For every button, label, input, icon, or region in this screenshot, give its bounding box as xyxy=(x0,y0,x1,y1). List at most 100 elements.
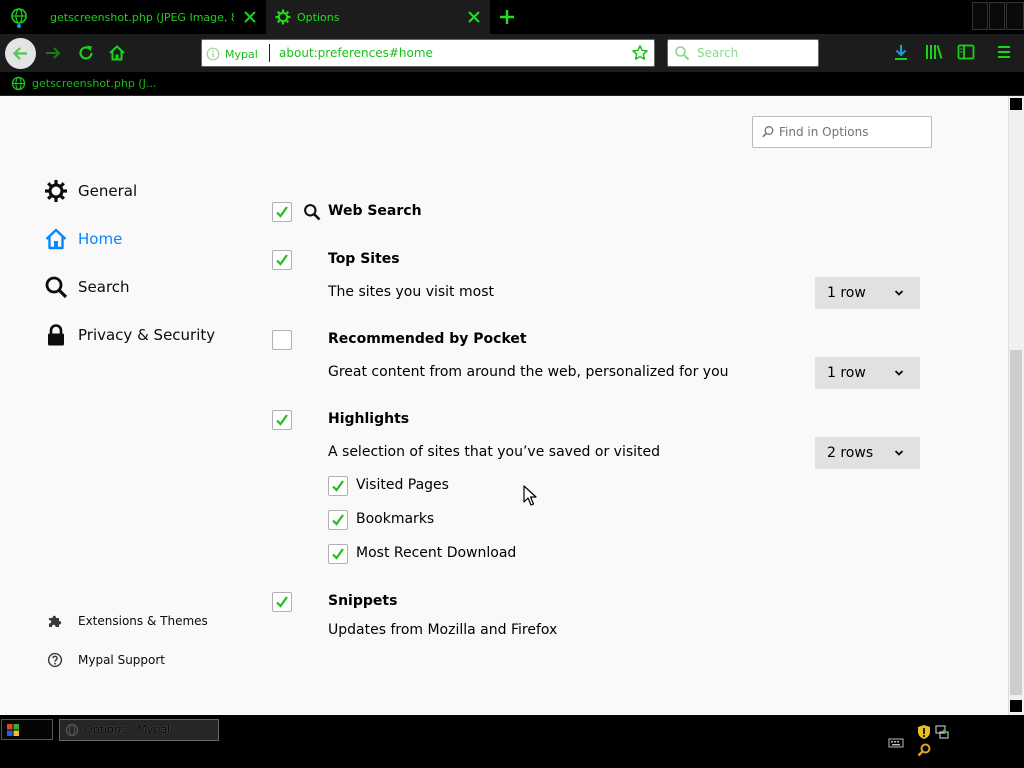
support-label: Mypal Support xyxy=(78,653,166,667)
pocket-checkbox[interactable] xyxy=(272,330,292,350)
start-button[interactable] xyxy=(1,719,53,740)
window-button-left[interactable] xyxy=(972,2,988,30)
sidebar-item-label: Privacy & Security xyxy=(78,326,216,344)
checkmark-icon xyxy=(332,480,344,492)
highlights-checkbox[interactable] xyxy=(272,410,292,430)
chevron-down-icon xyxy=(894,370,904,376)
search-icon xyxy=(45,276,68,299)
search-icon xyxy=(304,204,321,221)
url-divider xyxy=(269,44,270,62)
home-icon xyxy=(45,228,67,250)
extensions-label: Extensions & Themes xyxy=(78,614,208,628)
checkmark-icon xyxy=(276,414,288,426)
web-search-checkbox[interactable] xyxy=(272,202,292,222)
magnifier-tray-icon[interactable] xyxy=(916,742,932,758)
dropdown-value: 1 row xyxy=(827,285,866,301)
top-sites-heading: Top Sites xyxy=(328,251,400,267)
sidebar-item-home[interactable]: Home xyxy=(44,226,122,252)
snippets-checkbox[interactable] xyxy=(272,592,292,612)
sidebar-toggle-icon[interactable] xyxy=(957,44,975,60)
taskbar-window-label: Options - Mypal xyxy=(84,723,171,736)
checkmark-icon xyxy=(276,254,288,266)
dropdown-value: 2 rows xyxy=(827,445,874,461)
library-icon[interactable] xyxy=(924,43,944,61)
sidebar-item-search[interactable]: Search xyxy=(44,274,130,300)
checkmark-icon xyxy=(332,548,344,560)
visited-pages-checkbox[interactable] xyxy=(328,476,348,496)
tab-getscreenshot[interactable]: getscreenshot.php (JPEG Image, 800 xyxy=(40,0,266,34)
sidebar-item-privacy[interactable]: Privacy & Security xyxy=(44,322,215,348)
support-link[interactable]: Mypal Support xyxy=(47,651,165,669)
puzzle-icon xyxy=(49,615,62,627)
recent-download-label: Most Recent Download xyxy=(356,545,517,561)
highlights-description: A selection of sites that you’ve saved o… xyxy=(328,444,661,460)
url-text[interactable]: about:preferences#home xyxy=(279,46,433,60)
tab-label: Options xyxy=(297,10,340,24)
search-icon xyxy=(675,46,690,61)
windows-logo-icon xyxy=(7,724,19,736)
sidebar-item-general[interactable]: General xyxy=(44,178,137,204)
bookmark-item[interactable]: getscreenshot.php (J... xyxy=(11,76,156,91)
sidebar-item-label: General xyxy=(78,182,138,200)
app-menu-globe-icon[interactable] xyxy=(8,6,30,28)
globe-icon xyxy=(11,76,26,91)
help-icon xyxy=(47,652,63,668)
keyboard-icon[interactable] xyxy=(888,737,904,749)
new-tab-plus-icon[interactable] xyxy=(497,7,517,27)
pocket-heading: Recommended by Pocket xyxy=(328,331,527,347)
home-icon[interactable] xyxy=(107,43,127,63)
pocket-rows-dropdown[interactable]: 1 row xyxy=(815,357,920,389)
sidebar-item-label: Home xyxy=(78,230,123,248)
back-arrow-icon xyxy=(12,47,27,60)
info-icon xyxy=(206,47,220,61)
checkmark-icon xyxy=(276,596,288,608)
chevron-down-icon xyxy=(894,290,904,296)
visited-pages-label: Visited Pages xyxy=(356,477,449,493)
extensions-themes-link[interactable]: Extensions & Themes xyxy=(47,612,208,630)
snippets-description: Updates from Mozilla and Firefox xyxy=(328,622,558,638)
checkmark-icon xyxy=(276,206,288,218)
globe-icon xyxy=(65,723,79,737)
network-icon[interactable] xyxy=(934,724,950,740)
recent-download-checkbox[interactable] xyxy=(328,544,348,564)
back-button[interactable] xyxy=(5,38,36,69)
search-icon xyxy=(762,126,774,138)
bookmark-label: getscreenshot.php (J... xyxy=(32,77,157,90)
sidebar-item-label: Search xyxy=(78,278,130,296)
tab-label: getscreenshot.php (JPEG Image, 800 xyxy=(50,10,234,24)
highlights-heading: Highlights xyxy=(328,411,410,427)
top-sites-checkbox[interactable] xyxy=(272,250,292,270)
search-input[interactable]: Search xyxy=(697,46,738,60)
gear-icon xyxy=(275,9,291,25)
site-identity-box[interactable]: Mypal xyxy=(206,46,258,62)
top-sites-description: The sites you visit most xyxy=(328,284,494,300)
identity-label: Mypal xyxy=(225,47,258,61)
close-tab-icon[interactable] xyxy=(466,9,482,25)
scrollbar-down-button[interactable] xyxy=(1010,700,1022,712)
security-shield-icon[interactable] xyxy=(916,724,932,740)
highlights-rows-dropdown[interactable]: 2 rows xyxy=(815,437,920,469)
forward-arrow-icon[interactable] xyxy=(43,43,63,63)
gear-icon xyxy=(45,180,67,202)
tab-options[interactable]: Options xyxy=(266,0,490,34)
reload-icon[interactable] xyxy=(76,43,96,63)
bookmarks-label: Bookmarks xyxy=(356,511,435,527)
scrollbar-up-button[interactable] xyxy=(1010,98,1022,110)
top-sites-rows-dropdown[interactable]: 1 row xyxy=(815,277,920,309)
checkmark-icon xyxy=(332,514,344,526)
find-placeholder: Find in Options xyxy=(779,125,869,139)
web-search-heading: Web Search xyxy=(328,203,422,219)
hamburger-menu-icon[interactable] xyxy=(996,44,1012,60)
scrollbar-thumb[interactable] xyxy=(1010,350,1022,695)
bookmark-star-icon[interactable] xyxy=(631,44,649,62)
pocket-description: Great content from around the web, perso… xyxy=(328,364,729,380)
bookmarks-checkbox[interactable] xyxy=(328,510,348,530)
close-tab-icon[interactable] xyxy=(242,9,258,25)
window-button-right[interactable] xyxy=(989,2,1005,30)
download-icon[interactable] xyxy=(892,43,910,61)
dropdown-value: 1 row xyxy=(827,365,866,381)
snippets-heading: Snippets xyxy=(328,593,398,609)
lock-icon xyxy=(48,324,64,346)
window-button-edge[interactable] xyxy=(1006,2,1024,30)
mouse-cursor-icon xyxy=(523,485,537,506)
